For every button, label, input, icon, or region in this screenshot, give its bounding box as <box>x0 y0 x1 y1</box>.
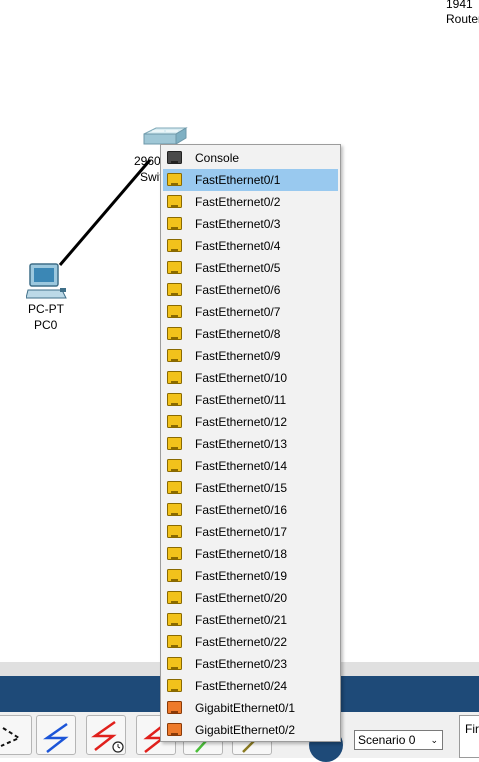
scenario-select[interactable]: Scenario 0 ⌄ <box>354 730 443 750</box>
port-menu-item[interactable]: FastEthernet0/7 <box>163 301 338 323</box>
port-menu-item[interactable]: FastEthernet0/18 <box>163 543 338 565</box>
port-menu-item-label: FastEthernet0/22 <box>195 635 288 649</box>
port-menu-item-label: FastEthernet0/23 <box>195 657 288 671</box>
port-menu-item[interactable]: FastEthernet0/21 <box>163 609 338 631</box>
port-menu-item[interactable]: FastEthernet0/16 <box>163 499 338 521</box>
gigabitethernet-port-icon <box>167 723 182 737</box>
port-menu-item[interactable]: FastEthernet0/13 <box>163 433 338 455</box>
timed-connection-button[interactable] <box>86 715 126 755</box>
fastethernet-port-icon <box>167 525 182 539</box>
fastethernet-port-icon <box>167 591 182 605</box>
port-menu-item-label: FastEthernet0/8 <box>195 327 281 341</box>
fastethernet-port-icon <box>167 613 182 627</box>
port-menu-item-label: FastEthernet0/6 <box>195 283 281 297</box>
port-menu-item[interactable]: FastEthernet0/22 <box>163 631 338 653</box>
port-menu-item[interactable]: FastEthernet0/8 <box>163 323 338 345</box>
port-menu-item[interactable]: FastEthernet0/12 <box>163 411 338 433</box>
port-menu-item-label: FastEthernet0/14 <box>195 459 288 473</box>
fastethernet-port-icon <box>167 239 182 253</box>
port-menu-item-label: FastEthernet0/9 <box>195 349 281 363</box>
fastethernet-port-icon <box>167 459 182 473</box>
fastethernet-port-icon <box>167 679 182 693</box>
crossover-cable-icon <box>0 727 22 747</box>
crossover-cable-button[interactable] <box>0 715 32 755</box>
gigabitethernet-port-icon <box>167 701 182 715</box>
copper-straight-through-icon <box>43 722 69 753</box>
event-list-header: Fir <box>465 722 479 736</box>
console-port-icon <box>167 151 182 165</box>
port-menu-item[interactable]: FastEthernet0/17 <box>163 521 338 543</box>
copper-straight-through-button[interactable] <box>36 715 76 755</box>
port-menu-item-label: FastEthernet0/5 <box>195 261 281 275</box>
fastethernet-port-icon <box>167 283 182 297</box>
port-menu-item-label: FastEthernet0/2 <box>195 195 281 209</box>
router-model-label: 1941 <box>446 0 473 11</box>
port-menu-item[interactable]: FastEthernet0/19 <box>163 565 338 587</box>
port-menu-item[interactable]: FastEthernet0/11 <box>163 389 338 411</box>
fastethernet-port-icon <box>167 393 182 407</box>
port-menu-item-label: FastEthernet0/12 <box>195 415 288 429</box>
pc-type-label: PC-PT <box>28 302 64 316</box>
fastethernet-port-icon <box>167 569 182 583</box>
port-menu-item-label: GigabitEthernet0/1 <box>195 701 296 715</box>
port-menu-item-label: FastEthernet0/20 <box>195 591 288 605</box>
port-menu-item-label: FastEthernet0/16 <box>195 503 288 517</box>
fastethernet-port-icon <box>167 547 182 561</box>
port-menu-item-label: FastEthernet0/1 <box>195 173 281 187</box>
port-menu-item-label: FastEthernet0/15 <box>195 481 288 495</box>
port-menu-item[interactable]: FastEthernet0/10 <box>163 367 338 389</box>
fastethernet-port-icon <box>167 657 182 671</box>
fastethernet-port-icon <box>167 481 182 495</box>
port-menu-item[interactable]: FastEthernet0/9 <box>163 345 338 367</box>
port-menu-item-label: FastEthernet0/21 <box>195 613 288 627</box>
pc-icon[interactable] <box>25 262 70 305</box>
port-menu-item[interactable]: FastEthernet0/4 <box>163 235 338 257</box>
fastethernet-port-icon <box>167 437 182 451</box>
port-menu-item-label: FastEthernet0/13 <box>195 437 288 451</box>
port-menu-item-label: FastEthernet0/11 <box>195 393 287 407</box>
router-name-label: Router <box>446 12 479 26</box>
scenario-select-value: Scenario 0 <box>358 733 416 747</box>
port-menu-item[interactable]: FastEthernet0/15 <box>163 477 338 499</box>
event-list-panel[interactable]: Fir <box>459 715 479 758</box>
port-menu-item-label: FastEthernet0/7 <box>195 305 281 319</box>
port-menu-item[interactable]: Console <box>163 147 338 169</box>
timed-connection-icon <box>91 720 124 753</box>
port-menu-item[interactable]: FastEthernet0/23 <box>163 653 338 675</box>
port-selection-menu: Console FastEthernet0/1 FastEthernet0/2 Fas… <box>160 144 341 742</box>
port-menu-item[interactable]: FastEthernet0/2 <box>163 191 338 213</box>
fastethernet-port-icon <box>167 415 182 429</box>
fastethernet-port-icon <box>167 371 182 385</box>
port-menu-item-label: FastEthernet0/24 <box>195 679 288 693</box>
port-menu-item[interactable]: FastEthernet0/14 <box>163 455 338 477</box>
port-menu-item-label: Console <box>195 151 240 165</box>
port-menu-item-label: GigabitEthernet0/2 <box>195 723 296 737</box>
port-menu-item[interactable]: FastEthernet0/5 <box>163 257 338 279</box>
port-menu-item-label: FastEthernet0/19 <box>195 569 288 583</box>
port-menu-item[interactable]: FastEthernet0/1 <box>163 169 338 191</box>
port-menu-item-label: FastEthernet0/10 <box>195 371 288 385</box>
switch-model-label: 2960 <box>134 154 161 168</box>
fastethernet-port-icon <box>167 261 182 275</box>
fastethernet-port-icon <box>167 173 182 187</box>
fastethernet-port-icon <box>167 349 182 363</box>
port-menu-item-label: FastEthernet0/17 <box>195 525 288 539</box>
fastethernet-port-icon <box>167 327 182 341</box>
fastethernet-port-icon <box>167 217 182 231</box>
fastethernet-port-icon <box>167 635 182 649</box>
port-menu-item-label: FastEthernet0/4 <box>195 239 281 253</box>
pc-name-label: PC0 <box>34 318 58 332</box>
port-menu-item[interactable]: FastEthernet0/6 <box>163 279 338 301</box>
fastethernet-port-icon <box>167 305 182 319</box>
port-menu-item[interactable]: FastEthernet0/20 <box>163 587 338 609</box>
port-menu-item[interactable]: FastEthernet0/3 <box>163 213 338 235</box>
fastethernet-port-icon <box>167 195 182 209</box>
port-menu-item[interactable]: GigabitEthernet0/1 <box>163 697 338 719</box>
fastethernet-port-icon <box>167 503 182 517</box>
chevron-down-icon: ⌄ <box>430 735 438 745</box>
port-menu-item[interactable]: FastEthernet0/24 <box>163 675 338 697</box>
port-menu-item-label: FastEthernet0/18 <box>195 547 288 561</box>
port-menu-item-label: FastEthernet0/3 <box>195 217 281 231</box>
port-menu-item[interactable]: GigabitEthernet0/2 <box>163 719 338 741</box>
